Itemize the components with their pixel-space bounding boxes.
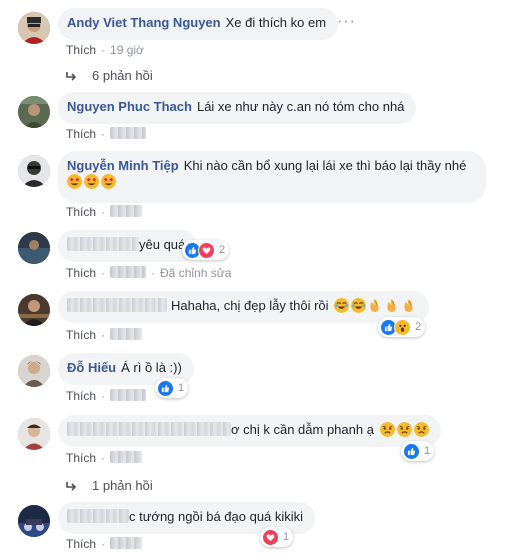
worried-emoji-icon bbox=[379, 422, 395, 437]
comment-bubble: Hahaha, chị đẹp lẫy thôi rồi bbox=[58, 291, 430, 323]
like-link[interactable]: Thích bbox=[66, 205, 96, 219]
avatar[interactable] bbox=[18, 418, 50, 450]
comment-author[interactable]: Nguyen Phuc Thach bbox=[67, 99, 192, 114]
wow-reaction-icon bbox=[394, 318, 411, 336]
like-link[interactable]: Thích bbox=[66, 266, 96, 280]
comment-author[interactable]: Nguyễn Minh Tiệp bbox=[67, 158, 179, 173]
more-options-icon[interactable]: ··· bbox=[337, 14, 355, 31]
like-link[interactable]: Thích bbox=[66, 43, 96, 57]
heart-eyes-emoji-icon bbox=[84, 174, 99, 189]
view-replies-link[interactable]: 1 phản hồi bbox=[66, 478, 153, 494]
reply-arrow-icon bbox=[66, 482, 77, 491]
comment-meta: Thích · 19 giờ bbox=[66, 43, 144, 57]
reaction-count: 1 bbox=[424, 445, 431, 457]
laughing-emoji-icon bbox=[351, 298, 367, 313]
love-reaction-icon bbox=[198, 241, 215, 259]
worried-emoji-icon bbox=[396, 422, 412, 437]
comment-meta: Thích · bbox=[66, 388, 147, 404]
reaction-count: 1 bbox=[283, 531, 290, 543]
redacted-timestamp bbox=[110, 389, 147, 401]
reaction-count: 2 bbox=[415, 321, 422, 333]
like-link[interactable]: Thích bbox=[66, 127, 96, 141]
comment-text: Á rì ồ là :)) bbox=[121, 360, 182, 375]
comment-meta: Thích · · Đã chỉnh sửa bbox=[66, 266, 232, 280]
avatar[interactable] bbox=[18, 155, 50, 187]
comment-meta: Thích · bbox=[66, 327, 143, 343]
comment-timestamp[interactable]: 19 giờ bbox=[110, 43, 144, 57]
edited-label[interactable]: Đã chỉnh sửa bbox=[160, 266, 231, 280]
reaction-summary[interactable]: 1 bbox=[155, 378, 189, 398]
like-link[interactable]: Thích bbox=[66, 537, 96, 551]
reaction-summary[interactable]: 1 bbox=[260, 527, 294, 547]
worried-emoji-icon bbox=[413, 422, 429, 437]
reaction-count: 1 bbox=[178, 382, 185, 394]
heart-eyes-emoji-icon bbox=[101, 174, 116, 189]
comment-bubble: Andy Viet Thang Nguyen Xe đi thích ko em bbox=[58, 8, 339, 40]
avatar[interactable] bbox=[18, 96, 50, 128]
comment-bubble: ơ chị k cần dẫm phanh ạ bbox=[58, 415, 441, 447]
redacted-timestamp bbox=[110, 266, 147, 278]
view-replies-link[interactable]: 6 phản hồi bbox=[66, 68, 153, 84]
redacted-author bbox=[67, 298, 167, 312]
reaction-summary[interactable]: 2 bbox=[378, 317, 426, 337]
redacted-timestamp bbox=[110, 205, 143, 217]
comment-meta: Thích · bbox=[66, 204, 143, 220]
like-reaction-icon bbox=[403, 442, 420, 460]
comment-author[interactable]: Andy Viet Thang Nguyen bbox=[67, 15, 221, 30]
avatar[interactable] bbox=[18, 355, 50, 387]
love-reaction-icon bbox=[262, 528, 279, 546]
reply-arrow-icon bbox=[66, 72, 77, 81]
comment-text: Xe đi thích ko em bbox=[225, 15, 327, 30]
comment-text: Khi nào cần bổ xung lại lái xe thì báo l… bbox=[183, 158, 467, 173]
comment-text: c tướng ngồi bá đạo quá kikiki bbox=[129, 509, 304, 524]
replies-count[interactable]: 6 phản hồi bbox=[92, 68, 153, 84]
avatar[interactable] bbox=[18, 12, 50, 44]
like-link[interactable]: Thích bbox=[66, 328, 96, 342]
redacted-timestamp bbox=[110, 537, 143, 549]
redacted-timestamp bbox=[110, 451, 143, 463]
comment-text: yêu quá bbox=[139, 237, 186, 252]
comment-meta: Thích · bbox=[66, 536, 143, 552]
clapping-hands-emoji-icon bbox=[370, 299, 379, 313]
redacted-author bbox=[67, 509, 129, 523]
like-link[interactable]: Thích bbox=[66, 389, 96, 403]
like-reaction-icon bbox=[157, 379, 174, 397]
reaction-count: 2 bbox=[219, 244, 226, 256]
comment-meta: Thích · bbox=[66, 450, 143, 466]
avatar[interactable] bbox=[18, 505, 50, 537]
avatar[interactable] bbox=[18, 294, 50, 326]
comment-bubble: Nguyễn Minh Tiệp Khi nào cần bổ xung lại … bbox=[58, 151, 486, 203]
comment-author[interactable]: Đỗ Hiếu bbox=[67, 360, 116, 375]
reaction-summary[interactable]: 1 bbox=[401, 441, 435, 461]
heart-eyes-emoji-row bbox=[67, 174, 116, 189]
redacted-timestamp bbox=[110, 328, 143, 340]
clapping-hands-emoji-icon bbox=[404, 299, 413, 313]
redacted-author bbox=[67, 237, 139, 251]
laughing-emoji-icon bbox=[334, 298, 350, 313]
reaction-summary[interactable]: 2 bbox=[182, 240, 230, 260]
replies-count[interactable]: 1 phản hồi bbox=[92, 478, 153, 494]
comment-meta: Thích · bbox=[66, 126, 147, 142]
comment-text: Hahaha, chị đẹp lẫy thôi rồi bbox=[171, 298, 329, 313]
like-link[interactable]: Thích bbox=[66, 451, 96, 465]
comment-bubble: Nguyen Phuc Thach Lái xe như này c.an nó … bbox=[58, 92, 417, 124]
comment-bubble: yêu quá bbox=[58, 230, 198, 262]
redacted-timestamp bbox=[110, 127, 147, 139]
comment-text: Lái xe như này c.an nó tóm cho nhá bbox=[196, 99, 405, 114]
clapping-hands-emoji-icon bbox=[387, 299, 396, 313]
avatar[interactable] bbox=[18, 232, 50, 264]
redacted-author bbox=[67, 422, 231, 436]
heart-eyes-emoji-icon bbox=[67, 174, 82, 189]
comment-text: ơ chị k cần dẫm phanh ạ bbox=[231, 422, 374, 437]
